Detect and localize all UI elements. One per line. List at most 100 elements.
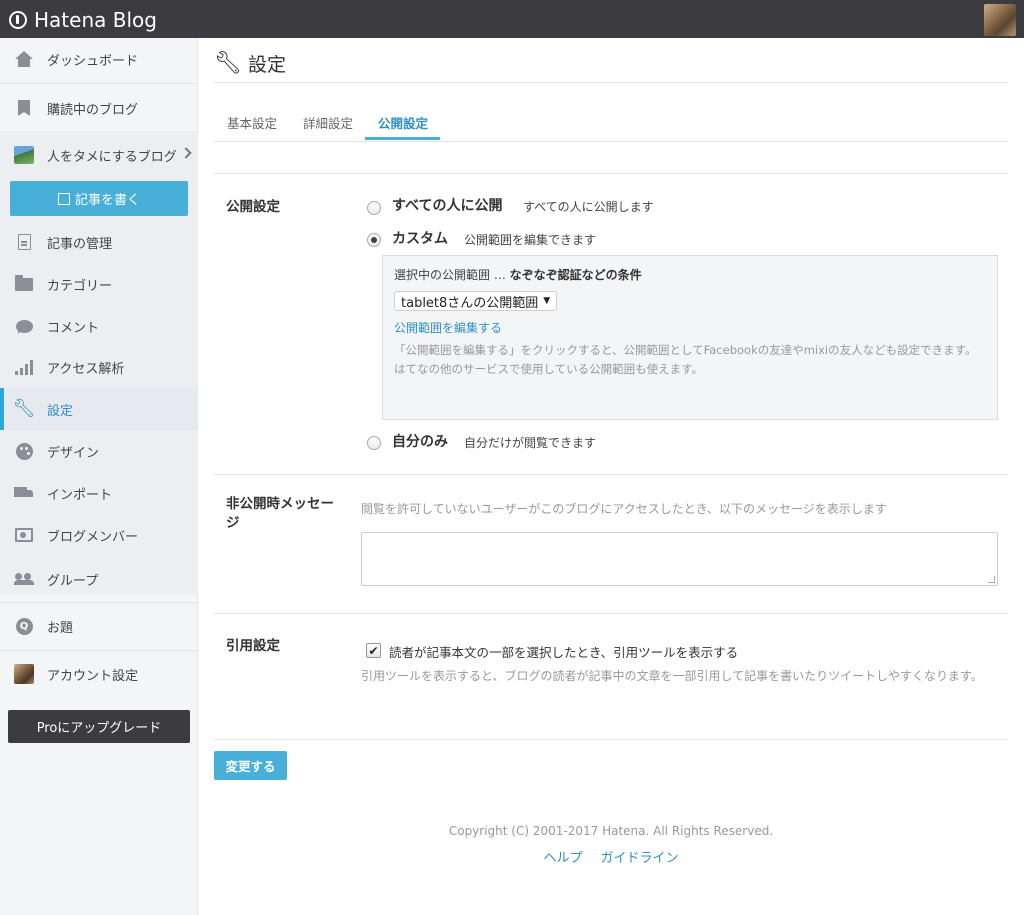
quote-tool-checkbox[interactable]: ✔ (366, 643, 381, 658)
option-private-desc: 自分だけが閲覧できます (464, 436, 597, 450)
sidebar-item-label: 設定 (47, 403, 74, 419)
private-message-label: 非公開時メッセージ (226, 496, 334, 531)
blog-thumbnail-icon (14, 145, 34, 165)
title-divider (214, 82, 1008, 83)
hatena-logo-icon (9, 11, 27, 29)
option-custom-desc: 公開範囲を編集できます (464, 233, 597, 247)
copyright: Copyright (C) 2001-2017 Hatena. All Righ… (448, 824, 774, 838)
sidebar-item-dashboard[interactable]: ダッシュボード (0, 38, 198, 80)
scope-note-line1: 「公開範囲を編集する」をクリックすると、公開範囲としてFacebookの友達やm… (394, 343, 977, 357)
user-avatar[interactable] (984, 4, 1016, 36)
sidebar-divider (0, 132, 198, 133)
logo-text: Hatena Blog (34, 8, 157, 32)
comment-icon (14, 316, 34, 336)
option-public-desc: すべての人に公開します (523, 200, 654, 214)
section-divider (214, 613, 1008, 614)
sidebar-divider (0, 650, 198, 651)
sidebar-item-design[interactable]: デザイン (0, 430, 198, 472)
tabs-divider (214, 141, 1008, 142)
publish-settings-label: 公開設定 (226, 199, 280, 215)
checkmark-icon: ✔ (368, 643, 379, 658)
bookmark-icon (14, 98, 34, 118)
selected-scope-prefix: 選択中の公開範囲 … (394, 268, 506, 282)
top-bar: Hatena Blog (0, 0, 1024, 38)
guideline-link[interactable]: ガイドライン (601, 847, 679, 866)
bar-chart-icon (14, 357, 34, 377)
wrench-icon: 🔧︎ (214, 51, 242, 76)
sidebar-item-categories[interactable]: カテゴリー (0, 263, 198, 305)
page-title-text: 設定 (247, 54, 286, 76)
option-private-title: 自分のみ (392, 434, 448, 450)
hatena-blog-logo[interactable]: Hatena Blog (9, 8, 157, 32)
truck-icon (14, 483, 34, 503)
tab-basic-settings[interactable]: 基本設定 (227, 113, 277, 132)
quote-settings-label: 引用設定 (226, 638, 280, 654)
footer-links: ヘルプ ガイドライン (214, 847, 1008, 866)
chevron-right-icon (180, 147, 192, 159)
quote-tool-label: 読者が記事本文の一部を選択したとき、引用ツールを表示する (389, 645, 739, 660)
wrench-icon: 🔧︎ (12, 398, 36, 419)
sidebar-item-import[interactable]: インポート (0, 472, 198, 514)
sidebar-item-label: デザイン (47, 445, 100, 461)
home-icon (14, 49, 34, 69)
radio-private[interactable] (367, 436, 381, 450)
page-title: 🔧︎ 設定 (214, 50, 286, 77)
sidebar-item-label: カテゴリー (47, 278, 113, 294)
private-message-textarea[interactable] (361, 532, 998, 586)
tab-detailed-settings[interactable]: 詳細設定 (303, 113, 353, 132)
radio-public[interactable] (367, 201, 381, 215)
edit-icon (57, 192, 70, 205)
radio-custom[interactable] (367, 233, 381, 247)
sidebar-item-comments[interactable]: コメント (0, 305, 198, 347)
members-icon (14, 525, 34, 545)
private-message-hint: 閲覧を許可していないユーザーがこのブログにアクセスしたとき、以下のメッセージを表… (361, 502, 887, 516)
sidebar-item-topics[interactable]: Q お題 (0, 605, 198, 647)
sidebar-item-settings[interactable]: 🔧︎ 設定 (0, 388, 198, 430)
account-icon (14, 664, 34, 684)
caret-down-icon: ▼ (543, 296, 551, 306)
sidebar-item-analytics[interactable]: アクセス解析 (0, 346, 198, 388)
sidebar-item-label: インポート (47, 487, 113, 503)
quote-tool-hint: 引用ツールを表示すると、ブログの読者が記事中の文章を一部引用して記事を書いたりツ… (361, 669, 983, 683)
option-custom-title: カスタム (392, 231, 448, 247)
sidebar-item-label: 記事の管理 (47, 236, 113, 252)
sidebar-item-account[interactable]: アカウント設定 (0, 653, 198, 695)
document-icon (14, 232, 34, 252)
sidebar-item-articles[interactable]: 記事の管理 (0, 221, 198, 263)
sidebar-divider (0, 602, 198, 603)
group-icon (14, 569, 34, 589)
sidebar-item-subscriptions[interactable]: 購読中のブログ (0, 87, 198, 129)
scope-note: 「公開範囲を編集する」をクリックすると、公開範囲としてFacebookの友達やm… (394, 341, 990, 378)
submit-button[interactable]: 変更する (214, 751, 287, 780)
custom-scope-panel: 選択中の公開範囲 … なぞなぞ認証などの条件 tablet8さんの公開範囲 ▼ … (382, 255, 998, 420)
tab-publish-settings[interactable]: 公開設定 (378, 113, 428, 132)
scope-select[interactable]: tablet8さんの公開範囲 ▼ (394, 291, 558, 311)
edit-scope-link[interactable]: 公開範囲を編集する (394, 319, 502, 336)
sidebar-divider (0, 83, 198, 84)
sidebar-item-label: 購読中のブログ (47, 102, 139, 118)
pro-upgrade-button[interactable]: Proにアップグレード (8, 710, 190, 743)
write-article-button[interactable]: 記事を書く (10, 181, 188, 216)
selected-scope-text: 選択中の公開範囲 … なぞなぞ認証などの条件 (394, 266, 642, 283)
sidebar-item-members[interactable]: ブログメンバー (0, 514, 198, 556)
sidebar-item-label: ブログメンバー (47, 529, 139, 545)
sidebar-item-label: グループ (47, 573, 99, 589)
sidebar-item-label: 人をタメにするブログ (47, 149, 177, 165)
folder-icon (14, 274, 34, 294)
q-icon: Q (14, 616, 34, 636)
sidebar: ダッシュボード 購読中のブログ 人をタメにするブログ 記事を書く 記事の管理 カ… (0, 38, 198, 915)
write-article-label: 記事を書く (74, 193, 140, 208)
help-link[interactable]: ヘルプ (543, 847, 582, 866)
sidebar-item-label: アクセス解析 (47, 361, 125, 377)
scope-note-line2: はてなの他のサービスで使用している公開範囲も使えます。 (394, 361, 704, 376)
active-tab-indicator (365, 137, 440, 140)
section-divider (214, 739, 1008, 740)
section-divider (214, 474, 1008, 475)
sidebar-item-label: アカウント設定 (47, 668, 139, 684)
sidebar-item-blog[interactable]: 人をタメにするブログ (0, 134, 198, 176)
selected-scope-condition: なぞなぞ認証などの条件 (509, 268, 642, 282)
sidebar-item-label: ダッシュボード (47, 53, 139, 69)
option-public-title: すべての人に公開 (392, 198, 503, 214)
sidebar-item-groups[interactable]: グループ (0, 558, 198, 600)
sidebar-item-label: コメント (47, 320, 100, 336)
